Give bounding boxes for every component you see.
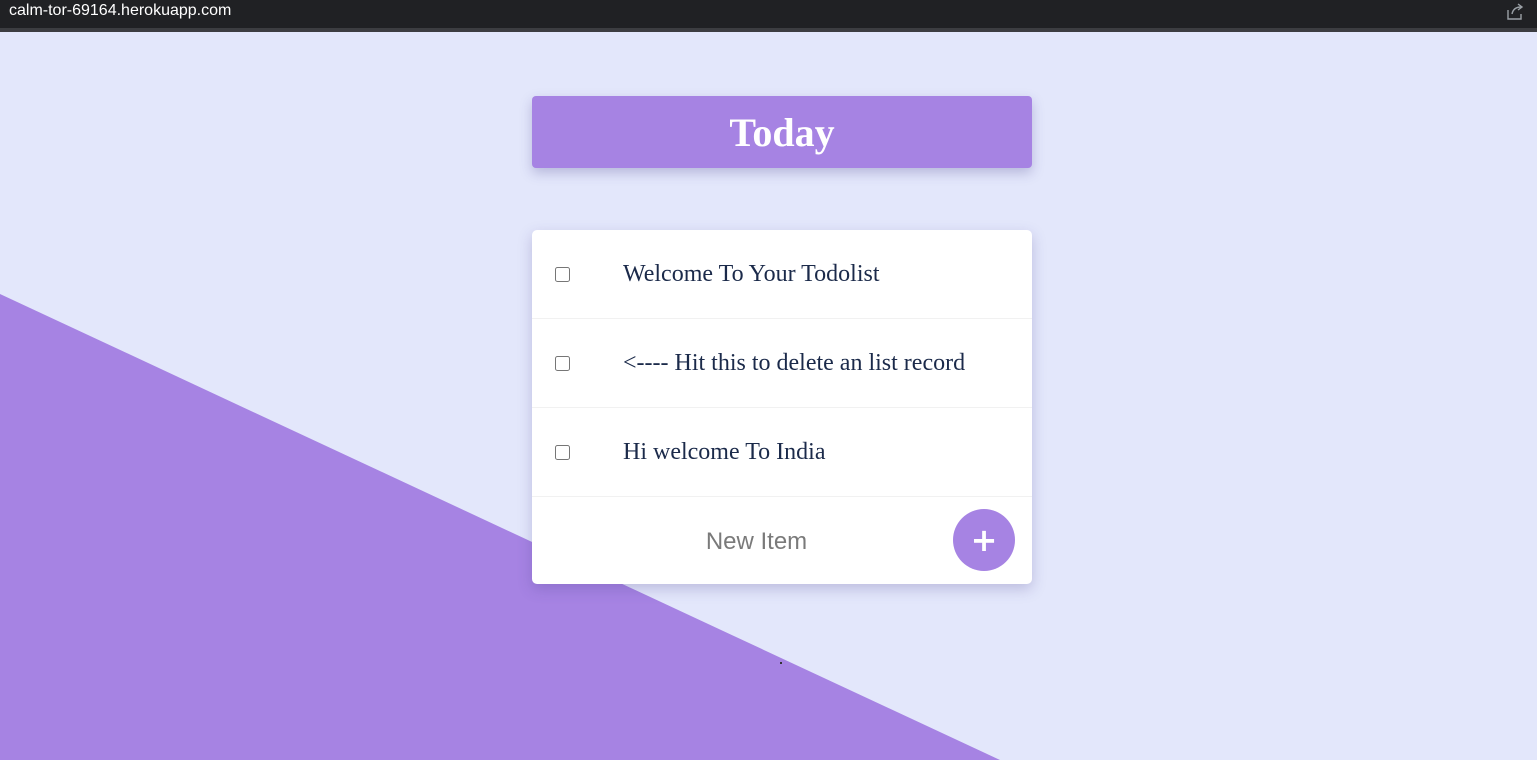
share-icon[interactable] bbox=[1505, 2, 1525, 22]
item-checkbox[interactable] bbox=[555, 266, 570, 282]
add-item-button[interactable]: + bbox=[953, 509, 1015, 571]
item-text: Hi welcome To India bbox=[623, 438, 826, 465]
url-text[interactable]: calm-tor-69164.herokuapp.com bbox=[9, 0, 231, 22]
browser-address-bar: calm-tor-69164.herokuapp.com bbox=[0, 0, 1537, 32]
item-text: Welcome To Your Todolist bbox=[623, 260, 880, 287]
item-checkbox[interactable] bbox=[555, 355, 570, 371]
item-checkbox[interactable] bbox=[555, 444, 570, 460]
page-title: Today bbox=[729, 109, 835, 155]
new-item-input[interactable] bbox=[592, 519, 921, 565]
todo-card: Welcome To Your Todolist <---- Hit this … bbox=[532, 230, 1032, 584]
page-title-box: Today bbox=[532, 96, 1032, 168]
list-item: <---- Hit this to delete an list record bbox=[532, 319, 1032, 408]
list-item: Welcome To Your Todolist bbox=[532, 230, 1032, 319]
item-text: <---- Hit this to delete an list record bbox=[623, 349, 966, 376]
stray-dot bbox=[780, 662, 782, 664]
list-item: Hi welcome To India bbox=[532, 408, 1032, 497]
